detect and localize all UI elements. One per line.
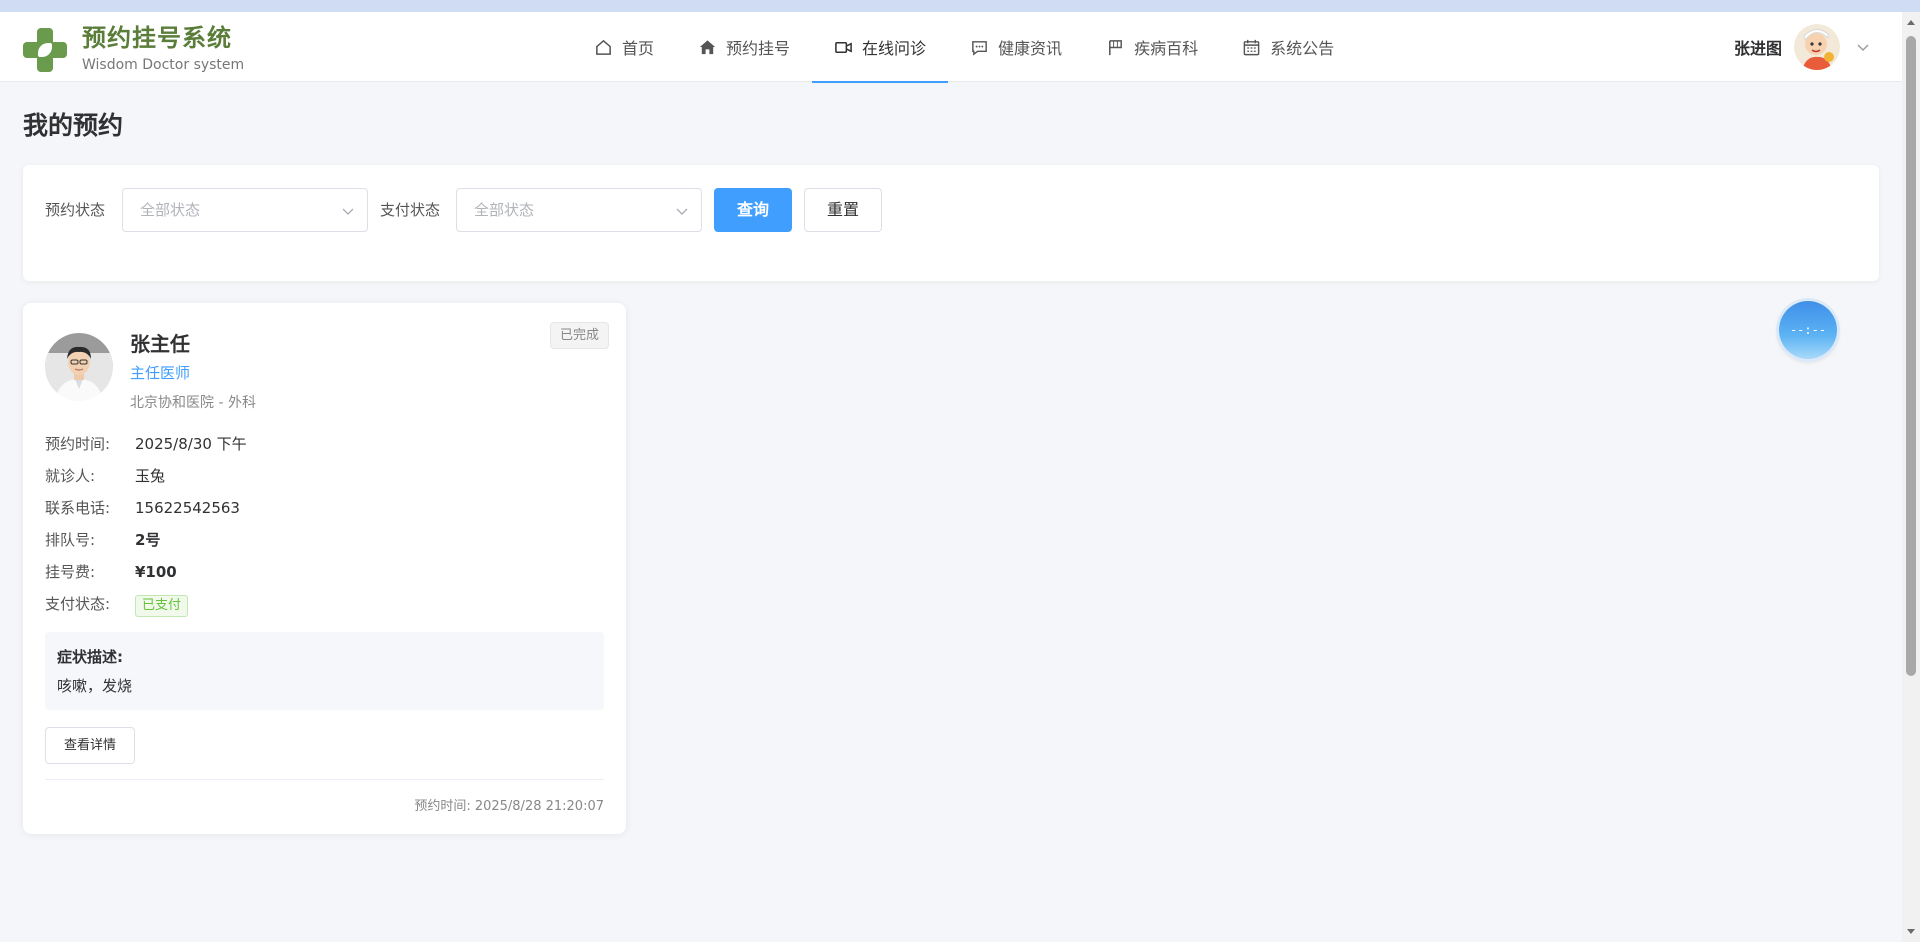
page-scrollbar[interactable] xyxy=(1902,12,1920,942)
flag-icon xyxy=(1109,39,1122,55)
appointment-status-label: 预约状态 xyxy=(45,201,106,219)
nav-item-label: 系统公告 xyxy=(1270,39,1335,58)
reset-button[interactable]: 重置 xyxy=(804,188,882,232)
top-header: 预约挂号系统 Wisdom Doctor system 首页 预约挂号 在线问诊… xyxy=(0,12,1902,83)
info-row-patient: 就诊人: 玉兔 xyxy=(45,465,165,487)
info-value: 玉兔 xyxy=(135,467,166,485)
doctor-name: 张主任 xyxy=(130,332,190,356)
nav-item-announcements[interactable]: 系统公告 xyxy=(1220,12,1356,82)
home-outline-icon xyxy=(596,39,611,55)
select-placeholder: 全部状态 xyxy=(474,201,535,219)
browser-top-strip xyxy=(0,0,1920,12)
chevron-down-icon[interactable] xyxy=(1856,40,1870,54)
nav-item-health-news[interactable]: 健康资讯 xyxy=(948,12,1084,82)
info-label: 排队号: xyxy=(45,531,96,549)
filter-panel: 预约状态 全部状态 支付状态 全部状态 查询 重置 xyxy=(23,165,1879,281)
calendar-icon xyxy=(1243,39,1260,55)
nav-item-home[interactable]: 首页 xyxy=(572,12,676,82)
card-divider xyxy=(45,779,604,780)
symptom-label: 症状描述: xyxy=(57,648,123,666)
payment-status-badge: 已支付 xyxy=(135,595,189,617)
brand-text: 预约挂号系统 Wisdom Doctor system xyxy=(82,24,244,75)
nav-item-label: 疾病百科 xyxy=(1134,39,1199,58)
scrollbar-thumb[interactable] xyxy=(1906,36,1916,676)
nav-item-online-consult[interactable]: 在线问诊 xyxy=(812,12,949,83)
info-value: ¥100 xyxy=(135,563,177,581)
brand-title: 预约挂号系统 xyxy=(82,24,232,52)
query-button[interactable]: 查询 xyxy=(714,188,792,232)
home-filled-icon xyxy=(699,39,716,54)
user-avatar[interactable] xyxy=(1794,24,1841,70)
payment-status-select[interactable]: 全部状态 xyxy=(456,188,702,232)
info-row-queue: 排队号: 2号 xyxy=(45,529,160,551)
status-badge: 已完成 xyxy=(550,322,609,349)
nav-item-label: 在线问诊 xyxy=(862,39,927,58)
brand-logo[interactable]: 预约挂号系统 Wisdom Doctor system xyxy=(22,24,244,75)
info-row-phone: 联系电话: 15622542563 xyxy=(45,497,240,519)
info-label: 挂号费: xyxy=(45,563,96,581)
info-value: 15622542563 xyxy=(135,499,240,517)
appointment-card: 张主任 主任医师 北京协和医院 - 外科 已完成 预约时间: 2025/8/30 … xyxy=(23,303,626,834)
nav-item-label: 健康资讯 xyxy=(998,39,1063,58)
booked-timestamp: 预约时间: 2025/8/28 21:20:07 xyxy=(414,799,604,814)
info-label: 预约时间: xyxy=(45,435,111,453)
floating-clock-widget[interactable]: --:-- xyxy=(1779,301,1837,359)
info-row-payment: 支付状态: 已支付 xyxy=(45,593,189,617)
scroll-up-arrow-icon[interactable] xyxy=(1907,20,1915,25)
symptom-text: 咳嗽，发烧 xyxy=(57,677,133,695)
info-value: 2号 xyxy=(135,531,161,549)
info-label: 联系电话: xyxy=(45,499,111,517)
user-name: 张进图 xyxy=(1734,39,1783,58)
select-placeholder: 全部状态 xyxy=(140,201,201,219)
info-value: 2025/8/30 下午 xyxy=(135,435,247,453)
doctor-avatar xyxy=(45,333,113,401)
scroll-down-arrow-icon[interactable] xyxy=(1907,929,1915,934)
info-label: 支付状态: xyxy=(45,595,111,613)
main-nav: 首页 预约挂号 在线问诊 健康资讯 疾病百科 系统公告 xyxy=(572,12,1356,83)
info-row-time: 预约时间: 2025/8/30 下午 xyxy=(45,433,247,455)
appointment-status-select[interactable]: 全部状态 xyxy=(122,188,368,232)
doctor-hospital: 北京协和医院 - 外科 xyxy=(130,395,256,411)
chat-icon xyxy=(972,40,987,56)
nav-item-label: 预约挂号 xyxy=(726,39,791,58)
nav-item-appointment[interactable]: 预约挂号 xyxy=(676,12,812,82)
payment-status-label: 支付状态 xyxy=(380,201,441,219)
medical-cross-icon xyxy=(22,27,68,73)
doctor-title: 主任医师 xyxy=(130,364,191,382)
view-details-button[interactable]: 查看详情 xyxy=(45,727,135,764)
info-label: 就诊人: xyxy=(45,467,96,485)
chevron-down-icon xyxy=(342,208,354,215)
brand-subtitle: Wisdom Doctor system xyxy=(82,57,245,73)
info-row-fee: 挂号费: ¥100 xyxy=(45,561,177,583)
symptom-box: 症状描述: 咳嗽，发烧 xyxy=(45,632,604,710)
chevron-down-icon xyxy=(676,208,688,215)
page-title: 我的预约 xyxy=(23,111,124,140)
user-menu[interactable]: 张进图 xyxy=(1734,24,1870,70)
video-camera-icon xyxy=(835,41,852,53)
nav-item-disease-wiki[interactable]: 疾病百科 xyxy=(1084,12,1220,82)
nav-item-label: 首页 xyxy=(622,39,655,58)
